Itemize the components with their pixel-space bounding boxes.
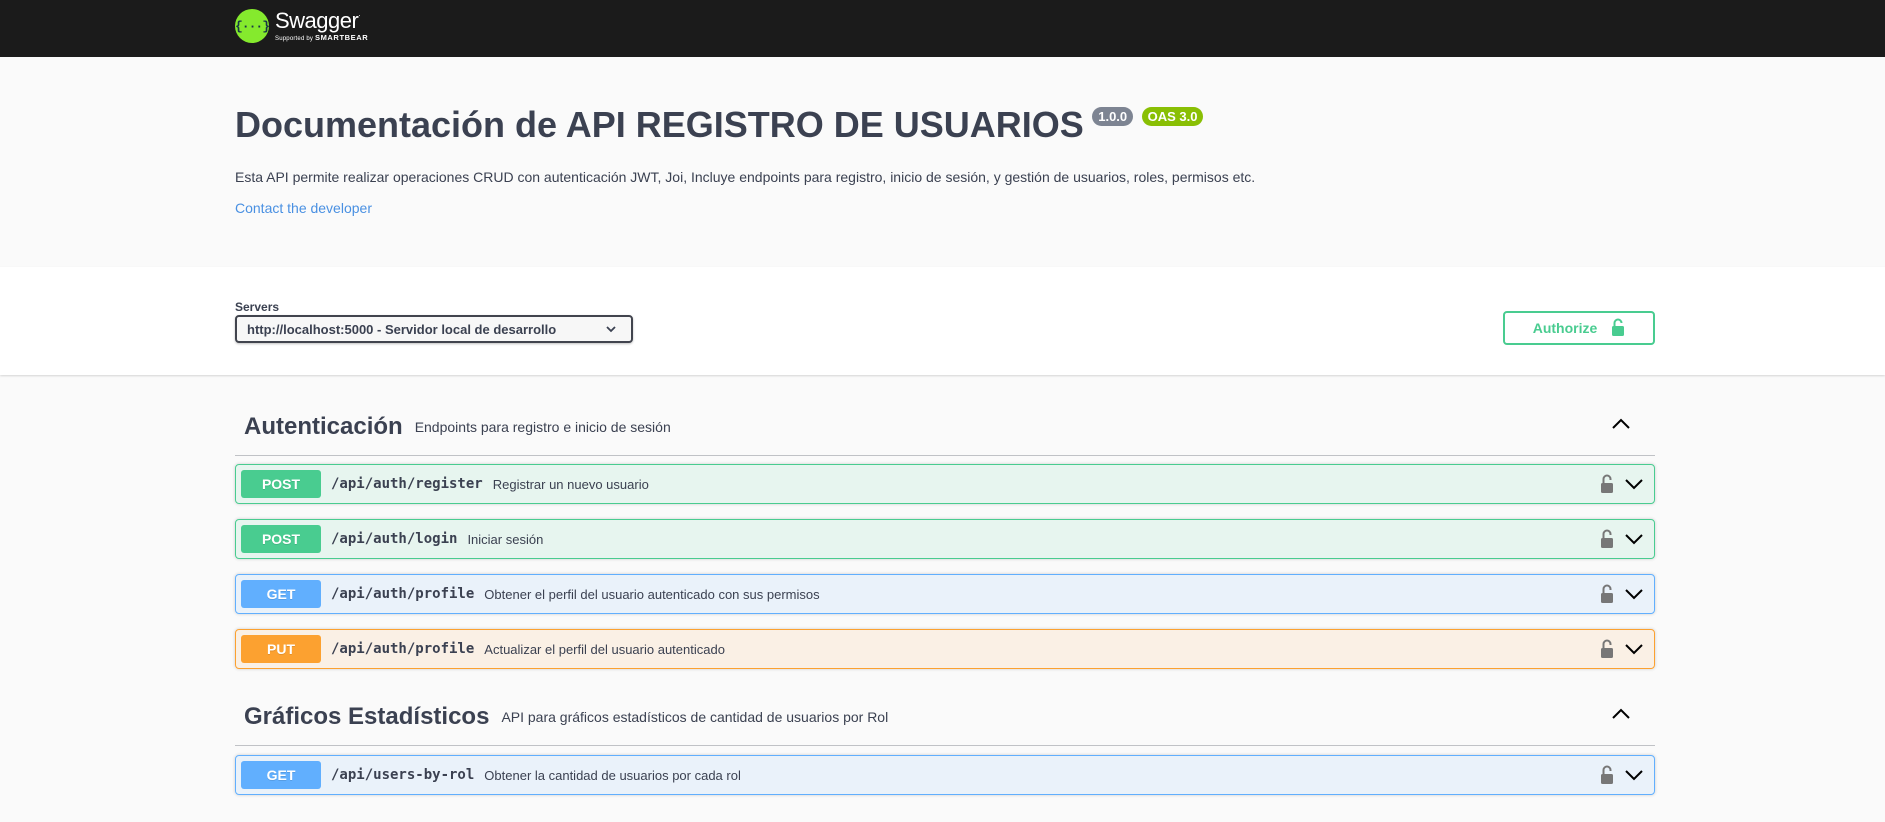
swagger-logo[interactable]: {···} Swagger. Supported by SMARTBEAR [235,7,368,45]
operation-path: /api/auth/profile [331,586,475,602]
swagger-logo-icon: {···} [235,9,270,43]
chevron-down-icon[interactable] [1624,768,1644,787]
version-badge: 1.0.0 [1092,107,1134,126]
operation-path: /api/users-by-rol [331,767,475,783]
logo-supported-prefix: Supported by [275,36,314,42]
logo-tm: . [358,9,361,18]
lock-icon [1611,318,1625,339]
method-badge: PUT [241,635,321,663]
lock-icon[interactable] [1600,474,1614,499]
method-badge: POST [241,470,321,498]
authorize-button[interactable]: Authorize [1503,311,1655,345]
operation-get-auth-profile[interactable]: GET /api/auth/profile Obtener el perfil … [235,574,1655,614]
chevron-down-icon[interactable] [1624,532,1644,551]
oas-badge: OAS 3.0 [1141,107,1204,126]
operation-post-auth-register[interactable]: POST /api/auth/register Registrar un nue… [235,464,1655,504]
lock-icon[interactable] [1600,529,1614,554]
topbar: {···} Swagger. Supported by SMARTBEAR [0,0,1885,57]
chevron-down-icon[interactable] [1624,642,1644,661]
chevron-down-icon[interactable] [1624,587,1644,606]
logo-supported-brand: SMARTBEAR [314,33,369,42]
api-info: Documentación de API REGISTRO DE USUARIO… [235,104,1655,146]
tag-name: Gráficos Estadísticos [244,703,490,730]
page-title: Documentación de API REGISTRO DE USUARIO… [235,104,1084,145]
chevron-down-icon[interactable] [1624,477,1644,496]
method-badge: POST [241,525,321,553]
tag-section-graficos-estadisticos: Gráficos Estadísticos API para gráficos … [235,689,1655,746]
tag-description: Endpoints para registro e inicio de sesi… [414,419,671,435]
authorize-label: Authorize [1532,320,1598,336]
chevron-down-icon [605,323,617,338]
operation-summary: Iniciar sesión [467,531,544,547]
method-badge: GET [241,761,321,789]
operation-summary: Actualizar el perfil del usuario autenti… [484,641,725,657]
operation-post-auth-login[interactable]: POST /api/auth/login Iniciar sesión [235,519,1655,559]
chevron-up-icon[interactable] [1611,417,1631,436]
tag-section-autenticacion: Autenticación Endpoints para registro e … [235,399,1655,456]
operation-path: /api/auth/login [331,531,458,547]
contact-developer-link[interactable]: Contact the developer [235,200,372,216]
lock-icon[interactable] [1600,765,1614,790]
operation-summary: Registrar un nuevo usuario [492,476,649,492]
tag-header[interactable]: Gráficos Estadísticos API para gráficos … [235,689,1655,746]
logo-word: Swagger [275,8,359,33]
method-badge: GET [241,580,321,608]
operation-path: /api/auth/profile [331,641,475,657]
operation-get-users-by-rol[interactable]: GET /api/users-by-rol Obtener la cantida… [235,755,1655,795]
api-description: Esta API permite realizar operaciones CR… [235,169,1256,185]
servers-select[interactable]: http://localhost:5000 - Servidor local d… [235,315,633,343]
operation-path: /api/auth/register [331,476,483,492]
lock-icon[interactable] [1600,639,1614,664]
tag-header[interactable]: Autenticación Endpoints para registro e … [235,399,1655,456]
operation-put-auth-profile[interactable]: PUT /api/auth/profile Actualizar el perf… [235,629,1655,669]
servers-label: Servers [235,300,280,314]
servers-selected-value: http://localhost:5000 - Servidor local d… [247,321,557,337]
operation-summary: Obtener el perfil del usuario autenticad… [484,586,820,602]
chevron-up-icon[interactable] [1611,707,1631,726]
lock-icon[interactable] [1600,584,1614,609]
tag-description: API para gráficos estadísticos de cantid… [501,709,889,725]
tag-name: Autenticación [244,413,403,440]
operation-summary: Obtener la cantidad de usuarios por cada… [484,767,741,783]
